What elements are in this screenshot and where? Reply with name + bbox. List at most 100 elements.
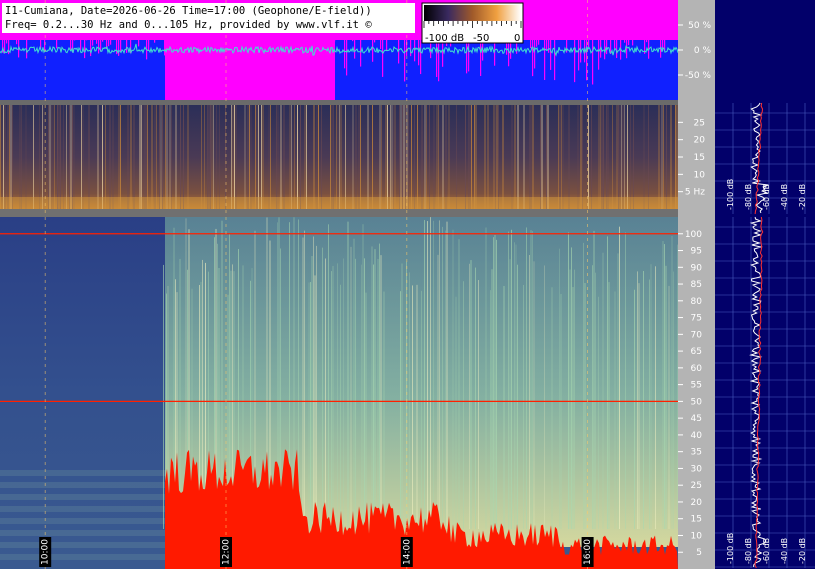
waveform-magenta-spike <box>586 40 588 81</box>
spectrogram-top-streak <box>433 105 435 209</box>
spectrogram-top-streak <box>600 105 601 209</box>
side-db-label: -100 dB <box>726 533 735 564</box>
spectrogram-top-streak <box>33 105 34 209</box>
spectrogram-top-streak <box>294 105 295 209</box>
spectrogram-top-streak <box>676 105 678 209</box>
spectrogram-top-streak <box>394 105 396 209</box>
spectrogram-bottom-streak <box>475 267 476 529</box>
spectrogram-bottom-band <box>0 518 165 524</box>
time-label: 14:00 <box>402 539 412 565</box>
spectrogram-bottom-streak <box>493 237 494 529</box>
separator-middle <box>0 209 678 217</box>
waveform-magenta-spike <box>110 40 112 45</box>
waveform-magenta-spike <box>180 40 182 46</box>
spectrogram-bottom-streak <box>362 224 364 529</box>
spectrogram-bottom-tick-label: 55 <box>691 381 702 391</box>
spectrogram-top-streak <box>517 105 519 209</box>
waveform-magenta-spike <box>548 40 550 53</box>
waveform-magenta-spike <box>182 40 184 47</box>
side-db-label: -40 dB <box>780 538 789 564</box>
spectrogram-bottom-streak <box>304 230 305 529</box>
spectrogram-top-streak <box>130 105 132 209</box>
spectrogram-top-streak <box>558 105 559 209</box>
spectrogram-top-streak <box>277 105 279 209</box>
waveform-magenta-spike <box>92 40 94 46</box>
spectrogram-bottom-streak <box>619 226 620 529</box>
waveform-magenta-spike <box>372 40 374 62</box>
spectrogram-top-streak <box>337 105 339 209</box>
spectrogram-bottom-band <box>0 542 165 548</box>
spectrogram-top-streak <box>411 105 412 209</box>
spectrogram-top-streak <box>48 105 49 209</box>
spectrogram-top-streak <box>621 105 622 209</box>
spectrogram-bottom-streak <box>598 296 599 529</box>
spectrogram-bottom-streak <box>421 290 422 529</box>
spectrogram-bottom-tick-label: 65 <box>691 347 702 357</box>
spectrogram-bottom-streak <box>526 227 527 530</box>
waveform-magenta-spike <box>532 40 534 77</box>
spectrogram-top-streak <box>588 105 589 209</box>
spectrogram-bottom-streak <box>377 258 379 529</box>
spectrogram-top-streak <box>591 105 592 209</box>
colorbar-label-max: 0 <box>514 33 520 44</box>
spectrogram-top-streak <box>270 105 271 209</box>
spectrogram-top-streak <box>523 105 525 209</box>
spectrogram-top-streak <box>204 105 205 209</box>
waveform-magenta-spike <box>316 40 318 43</box>
spectrogram-top-streak <box>393 105 394 209</box>
waveform-tick-label: -50 % <box>685 71 712 81</box>
side-db-label: -60 dB <box>762 184 771 210</box>
waveform-magenta-spike <box>380 40 382 49</box>
spectrogram-top-streak <box>408 105 409 209</box>
spectrogram-top-streak <box>297 105 298 209</box>
spectrogram-top-streak <box>582 105 583 209</box>
waveform-magenta-spike <box>442 40 444 67</box>
spectrogram-top-streak <box>355 105 357 209</box>
waveform-magenta-spike <box>414 40 416 62</box>
spectrogram-bottom-panel <box>0 217 679 569</box>
spectrogram-top-streak <box>183 105 184 209</box>
spectrogram-bottom-streak <box>515 244 517 529</box>
spectrogram-bottom-streak <box>337 263 338 529</box>
spectrogram-bottom-tick-label: 75 <box>691 314 702 324</box>
spectrogram-top-streak <box>58 105 60 209</box>
waveform-magenta-spike <box>530 40 532 49</box>
waveform-magenta-spike <box>544 40 546 81</box>
spectrogram-bottom-streak <box>374 249 376 529</box>
spectrogram-top-streak <box>559 105 561 209</box>
spectrogram-top-streak <box>81 105 82 209</box>
spectrogram-top-streak <box>250 105 252 209</box>
spectrogram-top-streak <box>306 105 307 209</box>
spectrogram-top-streak <box>400 105 402 209</box>
spectrogram-top-streak <box>9 105 10 209</box>
spectrogram-top-streak <box>145 105 147 209</box>
waveform-magenta-spike <box>240 40 242 46</box>
spectrogram-bottom-streak <box>584 282 586 529</box>
spectrogram-top-streak <box>607 105 609 209</box>
spectrogram-bottom-streak <box>445 230 446 529</box>
waveform-magenta-spike <box>120 40 122 52</box>
spectrogram-top-streak <box>10 105 12 209</box>
spectrogram-top-streak <box>436 105 438 209</box>
waveform-magenta-spike <box>374 40 376 43</box>
spectrogram-bottom-streak <box>533 261 535 529</box>
spectrogram-bottom-streak <box>655 266 656 529</box>
spectrogram-bottom-streak <box>331 271 332 529</box>
spectrogram-bottom-streak <box>364 258 365 529</box>
waveform-magenta-spike <box>554 40 556 81</box>
spectrogram-top-streak <box>562 105 564 209</box>
spectrogram-bottom-streak <box>574 269 575 529</box>
spectrogram-bottom-streak <box>478 280 479 529</box>
waveform-magenta-spike <box>228 40 230 54</box>
spectrogram-bottom-streak <box>347 221 349 529</box>
spectrogram-top-streak <box>456 105 457 209</box>
spectrogram-bottom-streak <box>400 291 401 529</box>
spectrogram-top-streak <box>72 105 73 209</box>
spectrogram-top-streak <box>633 105 634 209</box>
waveform-magenta-spike <box>574 40 576 83</box>
spectrogram-bottom-band <box>0 506 165 512</box>
spectrogram-top-streak <box>540 105 541 209</box>
spectrogram-top-streak <box>541 105 543 209</box>
colorbar-label-mid: -50 <box>473 33 489 44</box>
spectrogram-top-streak <box>426 105 427 209</box>
